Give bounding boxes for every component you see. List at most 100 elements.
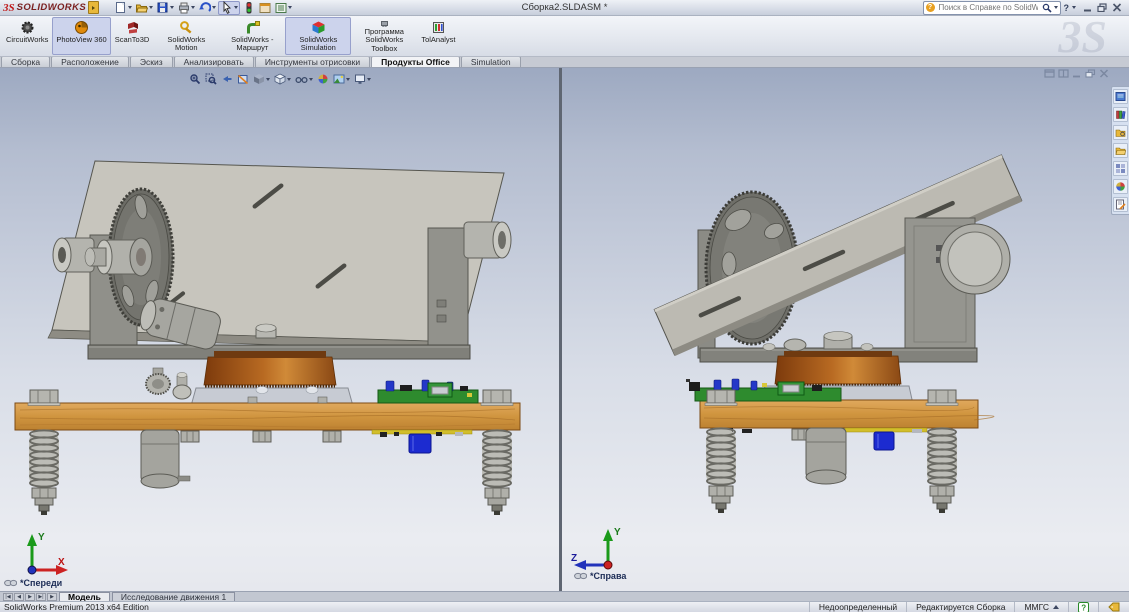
circuitworks-icon <box>20 20 35 35</box>
tab-office-products[interactable]: Продукты Office <box>371 56 460 67</box>
search-input[interactable] <box>937 2 1040 13</box>
custom-properties-icon <box>1115 199 1126 210</box>
motion-nav-last-button[interactable]: ▶| <box>36 593 46 601</box>
tab-sketch[interactable]: Эскиз <box>130 56 173 67</box>
properties-window-icon <box>258 1 271 14</box>
view-name-front: *Спереди <box>4 578 62 588</box>
office-products-ribbon: CircuitWorks PhotoView 360 ScanTo3D Soli… <box>0 16 1129 57</box>
model-tab[interactable]: Модель <box>59 592 110 601</box>
view-name-right: *Справа <box>574 571 626 581</box>
design-library-tab[interactable] <box>1113 107 1128 122</box>
motion-nav-first-button[interactable]: |◀ <box>3 593 13 601</box>
viewport-front[interactable]: Y X *Спереди <box>0 68 559 591</box>
azimuth-motor[interactable] <box>806 428 846 484</box>
help-button[interactable]: ? <box>1064 3 1070 13</box>
caret-down-icon <box>170 6 174 9</box>
tab-assembly[interactable]: Сборка <box>1 56 50 67</box>
open-button[interactable] <box>134 1 154 15</box>
caret-down-icon <box>234 6 238 9</box>
motion-study-tab[interactable]: Исследование движения 1 <box>112 592 235 601</box>
tag-icon <box>1108 602 1120 612</box>
quick-tips-icon: ? <box>1078 602 1089 612</box>
close-button[interactable] <box>1112 3 1122 12</box>
design-library-icon <box>1115 109 1126 120</box>
new-document-icon <box>114 1 127 14</box>
slewing-bearing[interactable] <box>191 351 353 406</box>
help-caret-icon[interactable] <box>1072 6 1076 9</box>
custom-properties-tab[interactable] <box>1113 197 1128 212</box>
control-pcb[interactable] <box>378 380 478 403</box>
options-list-icon <box>274 1 287 14</box>
file-explorer-icon <box>1115 127 1126 138</box>
scanto3d-button[interactable]: ScanTo3D <box>111 17 154 55</box>
viewport-right[interactable]: Y Z *Справа <box>562 68 1129 591</box>
appearances-scenes-tab[interactable] <box>1113 179 1128 194</box>
constraint-status: Недоопределенный <box>809 602 906 612</box>
undo-button[interactable] <box>197 1 217 15</box>
motion-nav-next-button[interactable]: ▶ <box>25 593 35 601</box>
new-document-button[interactable] <box>113 1 133 15</box>
select-tool-button[interactable] <box>218 1 240 15</box>
tab-evaluate[interactable]: Анализировать <box>174 56 254 67</box>
options-button[interactable] <box>273 1 293 15</box>
restore-button[interactable] <box>1097 3 1108 12</box>
commandmanager-tabs: Сборка Расположение Эскиз Анализировать … <box>0 57 1129 68</box>
standard-toolbar <box>113 1 293 15</box>
view-palette-tab[interactable] <box>1113 161 1128 176</box>
help-search-box[interactable]: ? <box>923 1 1061 15</box>
model-front-view[interactable] <box>0 68 559 591</box>
file-properties-button[interactable] <box>257 1 272 15</box>
stoplight-icon <box>242 1 255 14</box>
units-selector[interactable]: ММГС <box>1014 602 1068 612</box>
tab-render-tools[interactable]: Инструменты отрисовки <box>255 56 370 67</box>
triad-x-label: X <box>58 557 65 568</box>
folder-icon <box>1115 145 1126 156</box>
model-right-view[interactable] <box>562 68 1129 591</box>
open-folder-icon <box>135 1 148 14</box>
tab-layout[interactable]: Расположение <box>51 56 129 67</box>
triad-y-label: Y <box>38 532 45 543</box>
pinion-gear[interactable] <box>146 368 191 399</box>
motion-nav-play-button[interactable]: ▶ <box>47 593 57 601</box>
file-explorer-tab[interactable] <box>1113 125 1128 140</box>
solidworks-resources-tab[interactable] <box>1113 89 1128 104</box>
tag-button[interactable] <box>1098 602 1129 612</box>
printer-icon <box>177 1 190 14</box>
caret-down-icon <box>191 6 195 9</box>
eye-icon <box>4 579 17 587</box>
tolanalyst-button[interactable]: TolAnalyst <box>417 17 459 55</box>
motion-nav-prev-button[interactable]: ◀ <box>14 593 24 601</box>
open-folder-tab[interactable] <box>1113 143 1128 158</box>
svg-text:?: ? <box>1081 603 1086 612</box>
caret-down-icon <box>149 6 153 9</box>
save-button[interactable] <box>155 1 175 15</box>
under-board-electronics[interactable] <box>372 430 472 453</box>
quick-tips-button[interactable]: ? <box>1068 602 1098 612</box>
solidworks-routing-button[interactable]: SolidWorks - Маршрут <box>219 17 285 55</box>
toolbox-bolt-icon <box>377 20 392 27</box>
tab-simulation[interactable]: Simulation <box>461 56 521 67</box>
photoview-360-icon <box>74 20 89 35</box>
resources-icon <box>1115 91 1126 102</box>
search-icon[interactable] <box>1042 3 1052 13</box>
solidworks-simulation-icon <box>311 20 326 35</box>
circuitworks-button[interactable]: CircuitWorks <box>2 17 52 55</box>
rebuild-button[interactable] <box>241 1 256 15</box>
menu-flyout-button[interactable] <box>88 1 99 14</box>
photoview-360-button[interactable]: PhotoView 360 <box>52 17 110 55</box>
caret-down-icon <box>288 6 292 9</box>
editing-status: Редактируется Сборка <box>906 602 1014 612</box>
right-bracket[interactable] <box>905 218 1010 350</box>
solidworks-window: 3S SOLIDWORKS <box>0 0 1129 612</box>
solidworks-routing-icon <box>245 20 260 35</box>
solidworks-simulation-button[interactable]: SolidWorks Simulation <box>285 17 351 55</box>
tolanalyst-icon <box>431 20 446 35</box>
solidworks-motion-button[interactable]: SolidWorks Motion <box>153 17 219 55</box>
solidworks-toolbox-button[interactable]: Программа SolidWorks Toolbox <box>351 17 417 55</box>
caret-down-icon <box>128 6 132 9</box>
print-button[interactable] <box>176 1 196 15</box>
wooden-base-board[interactable] <box>15 403 520 430</box>
minimize-button[interactable] <box>1083 3 1093 12</box>
save-floppy-icon <box>156 1 169 14</box>
search-scope-caret-icon[interactable] <box>1054 6 1058 9</box>
